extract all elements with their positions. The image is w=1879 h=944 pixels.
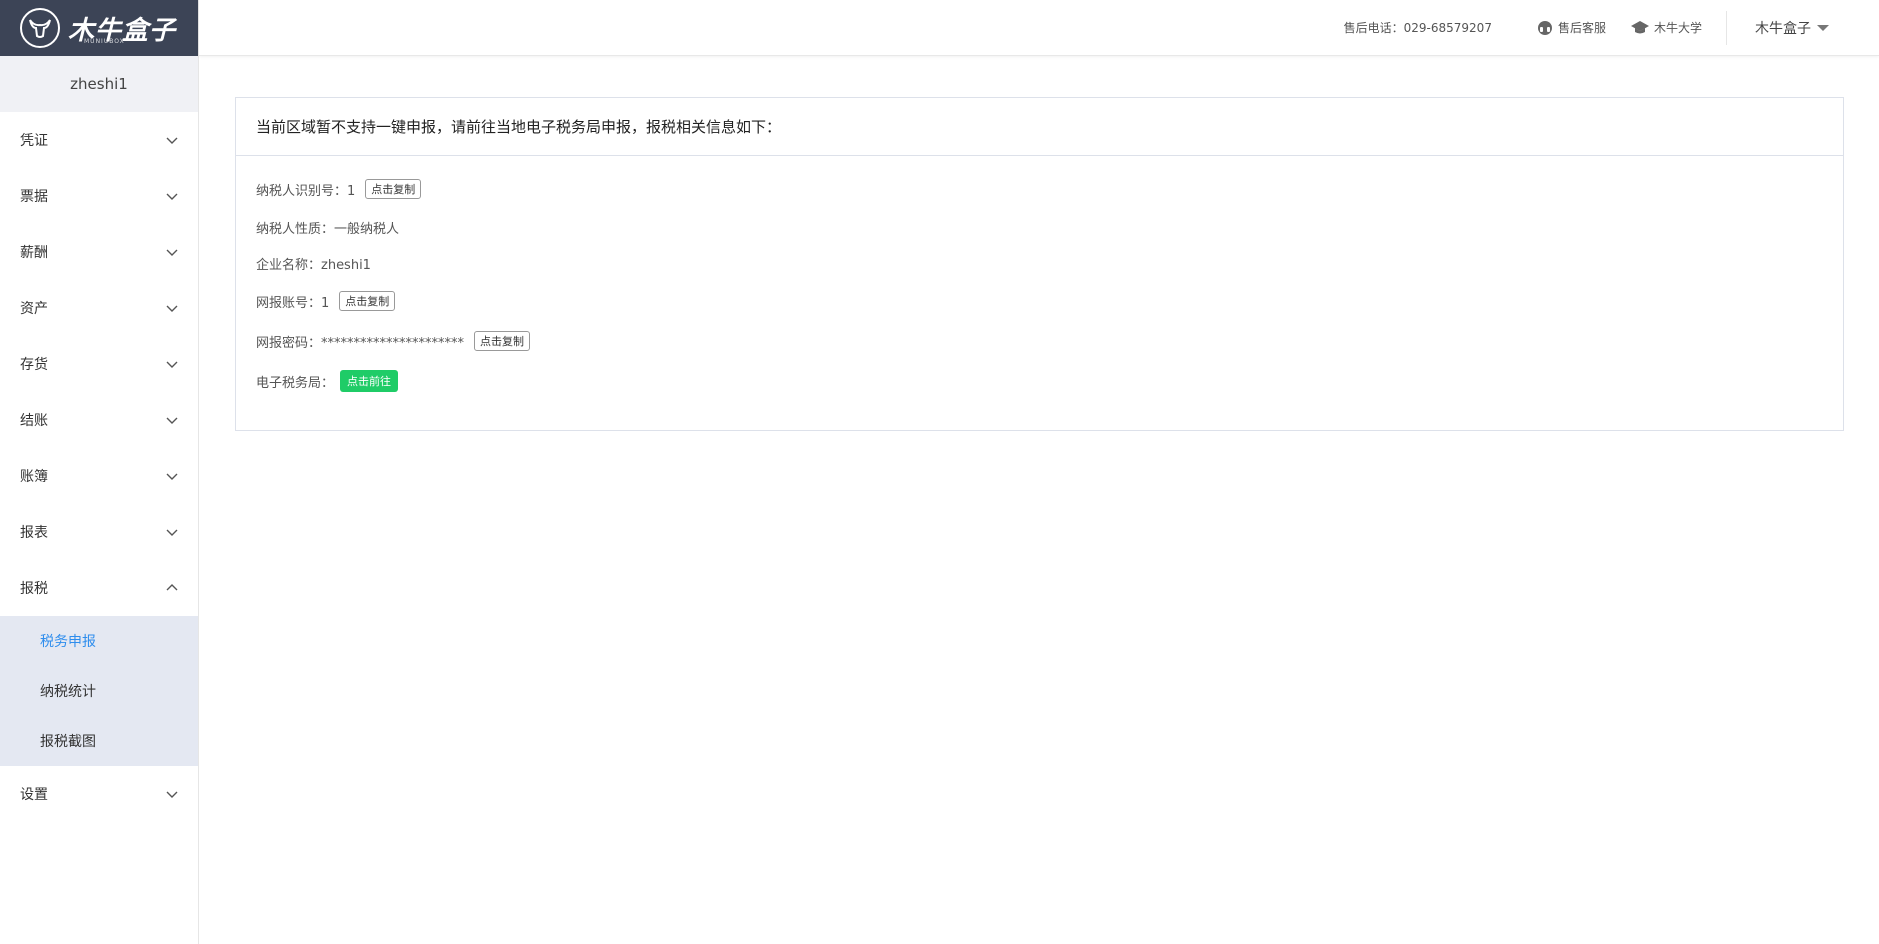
logo[interactable]: 木牛盒子 MUNIUBOX — [0, 0, 198, 56]
taxpayer-type-row: 纳税人性质：一般纳税人 — [256, 214, 1823, 240]
sidebar-item-label: 报税 — [20, 581, 48, 597]
sidebar-item-settings[interactable]: 设置 — [0, 766, 198, 822]
sidebar-subitem-tax-screenshots[interactable]: 报税截图 — [0, 716, 198, 766]
customer-service-label: 售后客服 — [1557, 21, 1606, 35]
sidebar-item-voucher[interactable]: 凭证 — [0, 112, 198, 168]
sidebar-item-tax[interactable]: 报税 — [0, 560, 198, 616]
chevron-down-icon — [166, 249, 178, 256]
headset-icon — [1537, 20, 1552, 35]
header-divider — [1726, 10, 1727, 45]
sidebar-subitem-tax-declaration[interactable]: 税务申报 — [0, 616, 198, 666]
chevron-down-icon — [166, 305, 178, 312]
taxpayer-id: 纳税人识别号：1 — [256, 183, 356, 199]
copy-password-button[interactable]: 点击复制 — [474, 331, 531, 351]
copy-account-button[interactable]: 点击复制 — [339, 291, 396, 311]
sidebar-item-label: 票据 — [20, 189, 48, 205]
caret-down-icon — [1817, 24, 1829, 31]
sidebar-item-label: 账簿 — [20, 469, 48, 485]
account-dropdown[interactable]: 木牛盒子 — [1755, 18, 1829, 38]
company-name: 企业名称：zheshi1 — [256, 257, 371, 273]
chevron-down-icon — [166, 193, 178, 200]
bull-logo-icon — [20, 8, 60, 48]
panel-body: 纳税人识别号：1 点击复制 纳税人性质：一般纳税人 企业名称：zheshi1 网… — [236, 156, 1843, 414]
nav-list: 凭证 票据 薪酬 资产 存货 结账 账簿 报表 报税 税务申报 纳税统计 报税截… — [0, 112, 198, 822]
brand-sub: MUNIUBOX — [84, 38, 125, 45]
support-phone: 售后电话：029-68579207 — [1343, 21, 1492, 35]
customer-service-link[interactable]: 售后客服 — [1536, 19, 1606, 37]
graduation-cap-icon — [1630, 20, 1649, 33]
top-header: 售后电话：029-68579207 售后客服 木牛大学 木牛盒子 — [199, 0, 1879, 56]
go-to-tax-bureau-button[interactable]: 点击前往 — [340, 370, 399, 392]
sidebar-item-label: 薪酬 — [20, 245, 48, 261]
taxpayer-id-row: 纳税人识别号：1 点击复制 — [256, 176, 1823, 202]
chevron-down-icon — [166, 417, 178, 424]
online-account-row: 网报账号：1 点击复制 — [256, 288, 1823, 314]
university-label: 木牛大学 — [1653, 21, 1702, 35]
online-password: 网报密码：********************** — [256, 335, 465, 351]
tax-bureau-row: 电子税务局： 点击前往 — [256, 368, 1823, 394]
current-user: zheshi1 — [0, 56, 198, 112]
company-row: 企业名称：zheshi1 — [256, 250, 1823, 276]
sidebar-item-label: 报表 — [20, 525, 48, 541]
chevron-up-icon — [166, 584, 178, 591]
sidebar-item-salary[interactable]: 薪酬 — [0, 224, 198, 280]
taxpayer-type: 纳税人性质：一般纳税人 — [256, 221, 400, 237]
sidebar-item-label: 凭证 — [20, 133, 48, 149]
sidebar-item-ledger[interactable]: 账簿 — [0, 448, 198, 504]
sidebar-item-inventory[interactable]: 存货 — [0, 336, 198, 392]
sidebar-item-assets[interactable]: 资产 — [0, 280, 198, 336]
chevron-down-icon — [166, 791, 178, 798]
chevron-down-icon — [166, 529, 178, 536]
sidebar-item-reports[interactable]: 报表 — [0, 504, 198, 560]
tax-submenu: 税务申报 纳税统计 报税截图 — [0, 616, 198, 766]
panel-title: 当前区域暂不支持一键申报，请前往当地电子税务局申报，报税相关信息如下： — [236, 98, 1843, 156]
account-name: 木牛盒子 — [1755, 20, 1811, 37]
online-account: 网报账号：1 — [256, 295, 330, 311]
sidebar-item-label: 结账 — [20, 413, 48, 429]
chevron-down-icon — [166, 137, 178, 144]
online-password-row: 网报密码：********************** 点击复制 — [256, 328, 1823, 354]
chevron-down-icon — [166, 361, 178, 368]
sidebar: 木牛盒子 MUNIUBOX zheshi1 凭证 票据 薪酬 资产 存货 结账 — [0, 0, 199, 944]
sidebar-item-closing[interactable]: 结账 — [0, 392, 198, 448]
tax-bureau-label: 电子税务局： — [256, 375, 335, 391]
tax-info-panel: 当前区域暂不支持一键申报，请前往当地电子税务局申报，报税相关信息如下： 纳税人识… — [235, 97, 1844, 431]
sidebar-item-label: 设置 — [20, 787, 48, 803]
chevron-down-icon — [166, 473, 178, 480]
sidebar-subitem-tax-statistics[interactable]: 纳税统计 — [0, 666, 198, 716]
university-link[interactable]: 木牛大学 — [1630, 19, 1702, 37]
copy-taxpayer-id-button[interactable]: 点击复制 — [365, 179, 422, 199]
sidebar-item-label: 资产 — [20, 301, 48, 317]
sidebar-item-bills[interactable]: 票据 — [0, 168, 198, 224]
sidebar-item-label: 存货 — [20, 357, 48, 373]
